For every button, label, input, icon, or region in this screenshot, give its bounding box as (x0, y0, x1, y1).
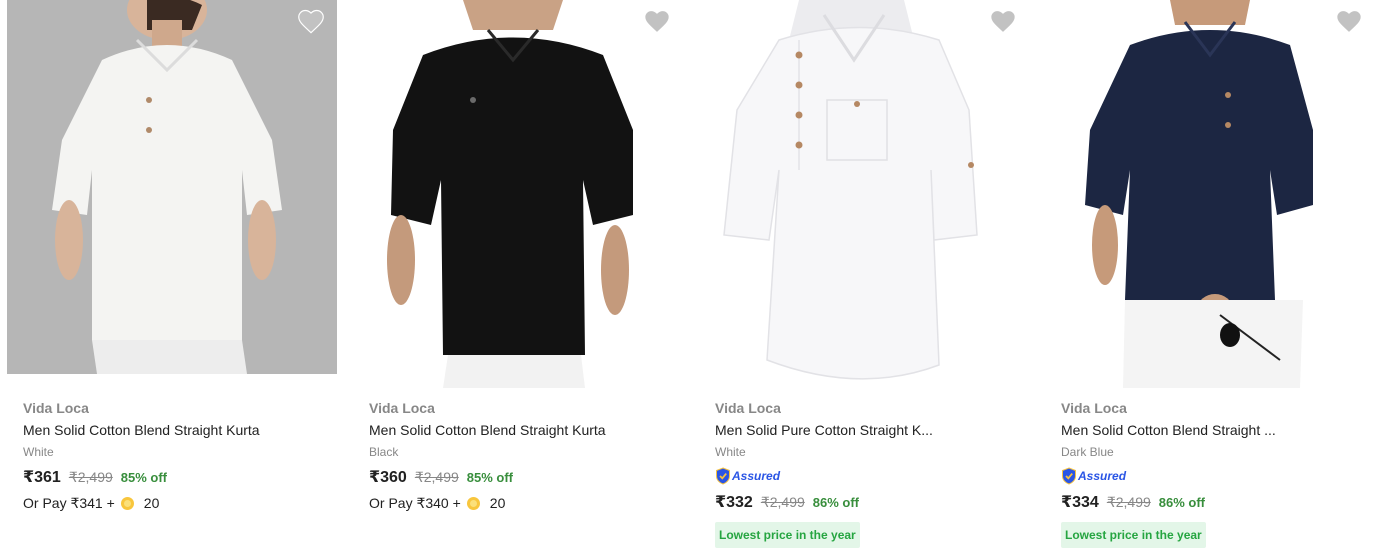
product-card[interactable]: Vida Loca Men Solid Pure Cotton Straight… (691, 0, 1037, 549)
product-image[interactable] (699, 0, 1029, 388)
original-price: ₹2,499 (1106, 494, 1151, 510)
product-title[interactable]: Men Solid Pure Cotton Straight K... (715, 420, 937, 440)
assured-badge: Assured (715, 467, 1029, 485)
discount-label: 85% off (466, 470, 514, 485)
discount-label: 86% off (812, 495, 860, 510)
product-color: White (715, 445, 746, 459)
brand-name: Vida Loca (23, 400, 89, 416)
discount-label: 85% off (120, 470, 168, 485)
product-card[interactable]: Vida Loca Men Solid Cotton Blend Straigh… (0, 0, 345, 549)
product-image[interactable] (1045, 0, 1375, 388)
assured-shield-icon (1062, 467, 1076, 485)
product-card[interactable]: Vida Loca Men Solid Cotton Blend Straigh… (345, 0, 691, 549)
kurta-white-illustration (7, 0, 337, 374)
selling-price: ₹334 (1061, 494, 1099, 511)
assured-text: Assured (1078, 469, 1127, 483)
product-card[interactable]: Vida Loca Men Solid Cotton Blend Straigh… (1037, 0, 1383, 549)
kurta-black-illustration (353, 0, 683, 388)
price-row: ₹334 ₹2,499 86% off (1061, 491, 1375, 514)
original-price: ₹2,499 (760, 494, 805, 510)
product-grid: Vida Loca Men Solid Cotton Blend Straigh… (0, 0, 1383, 549)
discount-label: 86% off (1158, 495, 1206, 510)
product-color: Black (369, 445, 399, 459)
lowest-price-badge: Lowest price in the year (1061, 522, 1206, 548)
assured-badge: Assured (1061, 467, 1375, 485)
kurta-navy-illustration (1045, 0, 1375, 388)
wishlist-heart-icon[interactable] (989, 8, 1017, 34)
kurta-white-flatlay-illustration (699, 0, 1029, 388)
original-price: ₹2,499 (414, 469, 459, 485)
product-title[interactable]: Men Solid Cotton Blend Straight Kurta (369, 420, 629, 440)
coin-count: 20 (143, 495, 160, 511)
product-color: Dark Blue (1061, 445, 1114, 459)
or-pay-text: Or Pay ₹341 + (23, 495, 115, 511)
product-image[interactable] (7, 0, 337, 374)
brand-name: Vida Loca (715, 400, 781, 416)
wishlist-heart-icon[interactable] (1335, 8, 1363, 34)
selling-price: ₹360 (369, 469, 407, 486)
original-price: ₹2,499 (68, 469, 113, 485)
or-pay-row: Or Pay ₹340 + 20 (369, 493, 683, 513)
coin-count: 20 (489, 495, 506, 511)
assured-text: Assured (732, 469, 781, 483)
product-title[interactable]: Men Solid Cotton Blend Straight Kurta (23, 420, 283, 440)
lowest-price-badge: Lowest price in the year (715, 522, 860, 548)
price-row: ₹361 ₹2,499 85% off (23, 466, 337, 489)
product-color: White (23, 445, 54, 459)
supercoin-icon (466, 496, 480, 510)
selling-price: ₹361 (23, 469, 61, 486)
or-pay-text: Or Pay ₹340 + (369, 495, 461, 511)
wishlist-heart-icon[interactable] (643, 8, 671, 34)
price-row: ₹332 ₹2,499 86% off (715, 491, 1029, 514)
supercoin-icon (120, 496, 134, 510)
or-pay-row: Or Pay ₹341 + 20 (23, 493, 337, 513)
assured-shield-icon (716, 467, 730, 485)
selling-price: ₹332 (715, 494, 753, 511)
brand-name: Vida Loca (369, 400, 435, 416)
price-row: ₹360 ₹2,499 85% off (369, 466, 683, 489)
wishlist-heart-icon[interactable] (297, 8, 325, 34)
brand-name: Vida Loca (1061, 400, 1127, 416)
product-title[interactable]: Men Solid Cotton Blend Straight ... (1061, 420, 1283, 440)
product-image[interactable] (353, 0, 683, 388)
